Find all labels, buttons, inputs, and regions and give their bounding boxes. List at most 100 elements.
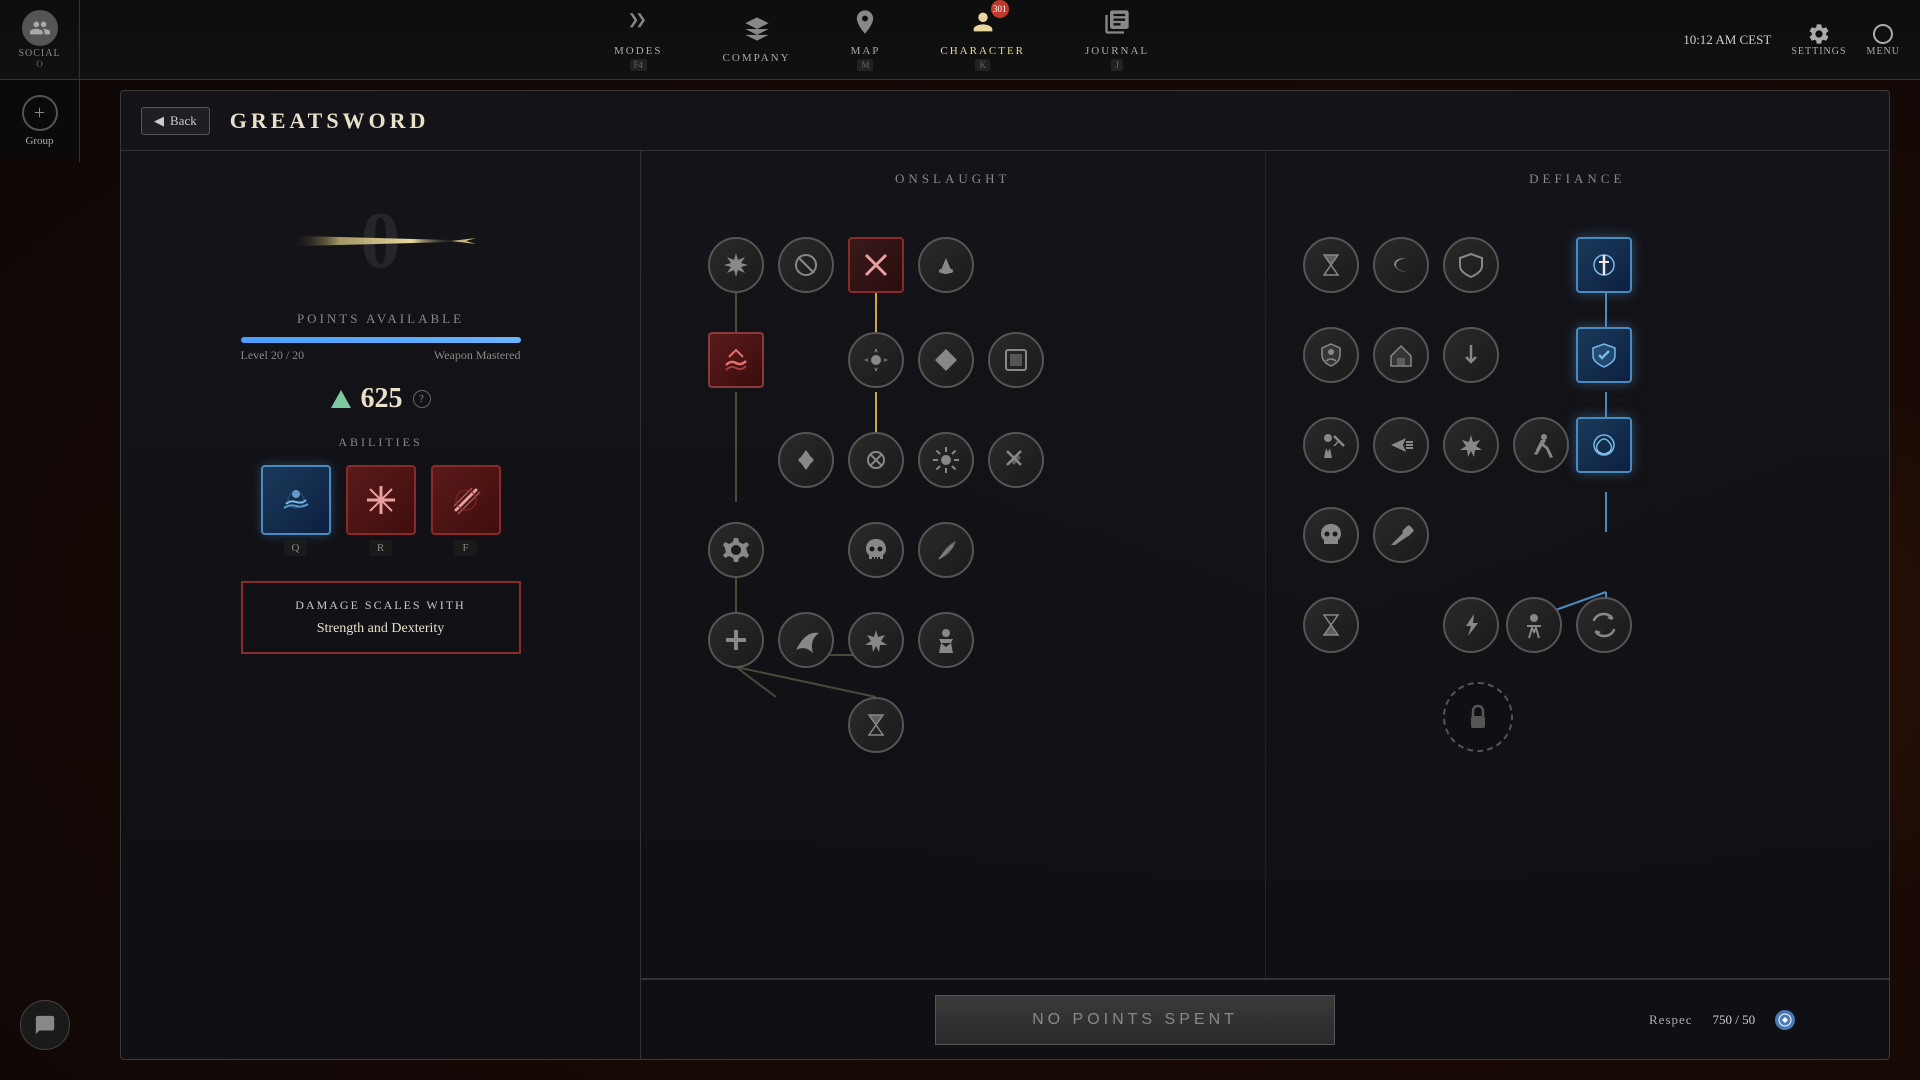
level-text: Level 20 / 20 bbox=[241, 348, 305, 363]
skill-node-o2[interactable] bbox=[778, 237, 834, 293]
skill-node-d12[interactable] bbox=[1513, 417, 1569, 473]
skill-node-d8[interactable] bbox=[1576, 327, 1632, 383]
topbar-nav: MODES F4 COMPANY MAP M bbox=[80, 0, 1683, 79]
onslaught-section: ONSLAUGHT bbox=[641, 151, 1266, 978]
menu-label: MENU bbox=[1867, 46, 1900, 57]
group-button[interactable]: + Group bbox=[0, 80, 80, 162]
panel-body: 0 bbox=[121, 151, 1889, 1059]
progress-bar-fill bbox=[241, 337, 521, 343]
skill-node-d3[interactable] bbox=[1443, 237, 1499, 293]
time-display: 10:12 AM CEST bbox=[1683, 32, 1771, 48]
points-label: POINTS AVAILABLE bbox=[297, 311, 464, 327]
social-label: SOCIAL bbox=[18, 48, 60, 59]
skill-node-o13[interactable] bbox=[708, 522, 764, 578]
score-value: 625 bbox=[361, 383, 403, 415]
skill-node-o8[interactable] bbox=[988, 332, 1044, 388]
skill-node-d17[interactable] bbox=[1443, 597, 1499, 653]
map-icon bbox=[851, 8, 879, 43]
main-panel: ◀ Back GREATSWORD 0 bbox=[120, 90, 1890, 1060]
group-icon: + bbox=[22, 95, 58, 131]
skill-node-d2[interactable] bbox=[1373, 237, 1429, 293]
panel-title: GREATSWORD bbox=[230, 108, 430, 134]
skill-node-o16[interactable] bbox=[708, 612, 764, 668]
damage-scales-title: DAMAGE SCALES WITH bbox=[263, 598, 499, 613]
ability-slot-q: Q bbox=[261, 465, 331, 556]
skill-node-o20[interactable] bbox=[848, 697, 904, 753]
skill-node-d15[interactable] bbox=[1373, 507, 1429, 563]
nav-item-map[interactable]: MAP M bbox=[851, 8, 881, 71]
character-icon: 301 bbox=[969, 8, 997, 43]
skill-node-o10[interactable] bbox=[848, 432, 904, 488]
settings-button[interactable]: SETTINGS bbox=[1791, 22, 1846, 57]
social-key: O bbox=[36, 59, 43, 69]
score-help-button[interactable]: ? bbox=[413, 390, 431, 408]
damage-scales-box: DAMAGE SCALES WITH Strength and Dexterit… bbox=[241, 581, 521, 654]
company-label: COMPANY bbox=[723, 52, 791, 64]
skill-node-o4[interactable] bbox=[918, 237, 974, 293]
skill-node-d10[interactable] bbox=[1373, 417, 1429, 473]
skill-node-d7[interactable] bbox=[1443, 327, 1499, 383]
skill-node-o3[interactable] bbox=[848, 237, 904, 293]
skill-node-o11[interactable] bbox=[918, 432, 974, 488]
respec-label: Respec bbox=[1649, 1012, 1693, 1028]
skill-node-o19[interactable] bbox=[918, 612, 974, 668]
topbar: SOCIAL O MODES F4 COMPANY bbox=[0, 0, 1920, 80]
skill-node-o1[interactable] bbox=[708, 237, 764, 293]
no-points-button[interactable]: NO POINTS SPENT bbox=[935, 995, 1335, 1045]
ability-icon-r[interactable] bbox=[346, 465, 416, 535]
skill-node-d1[interactable] bbox=[1303, 237, 1359, 293]
abilities-title: ABILITIES bbox=[141, 435, 620, 450]
back-button[interactable]: ◀ Back bbox=[141, 107, 210, 135]
menu-button[interactable]: MENU bbox=[1867, 22, 1900, 57]
skill-node-o12[interactable] bbox=[988, 432, 1044, 488]
skill-tree-sections: ONSLAUGHT bbox=[641, 151, 1889, 979]
skill-node-d14[interactable] bbox=[1303, 507, 1359, 563]
skill-node-o6[interactable] bbox=[848, 332, 904, 388]
social-icon bbox=[22, 10, 58, 46]
skill-node-d4[interactable] bbox=[1576, 237, 1632, 293]
respec-value: 750 / 50 bbox=[1713, 1012, 1756, 1028]
skill-node-o15[interactable] bbox=[918, 522, 974, 578]
ability-icon-f[interactable] bbox=[431, 465, 501, 535]
progress-bar bbox=[241, 337, 521, 343]
defiance-nodes bbox=[1286, 207, 1870, 994]
journal-icon bbox=[1103, 8, 1131, 43]
modes-label: MODES bbox=[614, 45, 663, 57]
onslaught-title: ONSLAUGHT bbox=[661, 171, 1245, 187]
journal-label: JOURNAL bbox=[1085, 45, 1149, 57]
skill-node-d16[interactable] bbox=[1303, 597, 1359, 653]
skill-node-d13[interactable] bbox=[1576, 417, 1632, 473]
character-label: CHARACTER bbox=[940, 45, 1025, 57]
topbar-right: 10:12 AM CEST SETTINGS MENU bbox=[1683, 22, 1920, 57]
skill-node-d9[interactable] bbox=[1303, 417, 1359, 473]
nav-item-company[interactable]: COMPANY bbox=[723, 15, 791, 64]
company-icon bbox=[743, 15, 771, 50]
skill-node-d5[interactable] bbox=[1303, 327, 1359, 383]
modes-icon bbox=[624, 8, 652, 43]
ability-key-f: F bbox=[454, 540, 476, 556]
chat-button[interactable] bbox=[20, 1000, 70, 1050]
respec-currency-icon bbox=[1775, 1010, 1795, 1030]
abilities-section: ABILITIES Q bbox=[141, 435, 620, 556]
defiance-section: DEFIANCE bbox=[1266, 151, 1890, 978]
map-key: M bbox=[857, 59, 873, 71]
skill-node-o17[interactable] bbox=[778, 612, 834, 668]
respec-section: Respec 750 / 50 bbox=[1649, 1010, 1869, 1030]
nav-item-modes[interactable]: MODES F4 bbox=[614, 8, 663, 71]
ability-slot-r: R bbox=[346, 465, 416, 556]
ability-icon-q[interactable] bbox=[261, 465, 331, 535]
skill-node-o14[interactable] bbox=[848, 522, 904, 578]
skill-node-d6[interactable] bbox=[1373, 327, 1429, 383]
skill-node-d11[interactable] bbox=[1443, 417, 1499, 473]
skill-node-d18[interactable] bbox=[1506, 597, 1562, 653]
nav-item-journal[interactable]: JOURNAL J bbox=[1085, 8, 1149, 71]
skill-node-o18[interactable] bbox=[848, 612, 904, 668]
defiance-connectors bbox=[1286, 207, 1870, 994]
skill-node-o9[interactable] bbox=[778, 432, 834, 488]
skill-node-o5[interactable] bbox=[708, 332, 764, 388]
nav-item-character[interactable]: 301 CHARACTER K bbox=[940, 8, 1025, 71]
skill-node-o7[interactable] bbox=[918, 332, 974, 388]
ability-slot-f: F bbox=[431, 465, 501, 556]
onslaught-connectors bbox=[661, 207, 1245, 994]
skill-node-d19[interactable] bbox=[1576, 597, 1632, 653]
